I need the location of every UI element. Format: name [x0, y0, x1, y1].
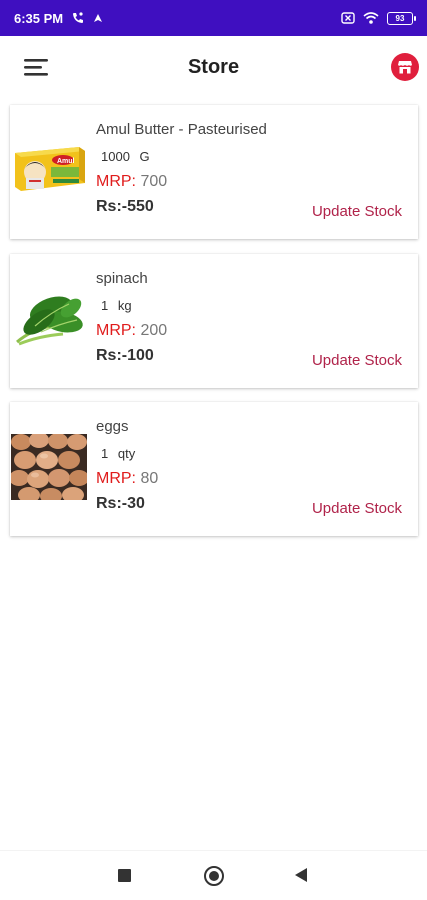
store-button[interactable]	[391, 53, 419, 81]
product-quantity: 1 qty	[101, 446, 135, 461]
home-icon[interactable]	[204, 866, 224, 886]
page-title: Store	[187, 56, 240, 78]
product-mrp: MRP: 700	[96, 173, 167, 191]
navigation-arrow-icon	[93, 13, 103, 23]
spinach-image	[11, 286, 87, 352]
mrp-value: 700	[140, 173, 168, 190]
store-icon	[398, 61, 412, 74]
mrp-value: 80	[140, 470, 159, 487]
update-stock-button[interactable]: Update Stock	[312, 203, 402, 220]
mrp-label: MRP:	[96, 470, 136, 487]
recent-apps-icon[interactable]	[118, 869, 131, 882]
product-mrp: MRP: 200	[96, 322, 167, 340]
mrp-label: MRP:	[96, 322, 136, 339]
no-sim-icon	[341, 12, 355, 24]
back-icon[interactable]	[295, 868, 307, 882]
battery-icon: 93	[387, 11, 416, 25]
app-bar: Store	[0, 36, 427, 100]
product-card: spinach 1 kg MRP: 200 Rs:-100 Update Sto…	[10, 254, 418, 388]
quantity-unit: kg	[117, 298, 132, 313]
mrp-value: 200	[140, 322, 168, 339]
quantity-unit: G	[139, 149, 150, 164]
product-card: Amul Amul Butter - Pasteurised 1000 G MR…	[10, 105, 418, 239]
product-mrp: MRP: 80	[96, 470, 158, 488]
eggs-image	[11, 434, 87, 500]
svg-text:Amul: Amul	[57, 158, 75, 165]
update-stock-button[interactable]: Update Stock	[312, 500, 402, 517]
wifi-icon	[363, 12, 379, 24]
update-stock-button[interactable]: Update Stock	[312, 352, 402, 369]
wifi-calling-icon	[71, 11, 85, 25]
quantity-value: 1	[101, 298, 109, 313]
quantity-value: 1	[101, 446, 109, 461]
status-time: 6:35 PM	[14, 10, 64, 26]
product-price: Rs:-550	[96, 198, 154, 215]
status-bar: 6:35 PM 93	[0, 0, 427, 36]
system-navigation-bar	[0, 850, 427, 900]
product-quantity: 1 kg	[101, 298, 132, 313]
butter-pack-image: Amul	[11, 137, 87, 203]
product-price: Rs:-100	[96, 347, 154, 364]
quantity-unit: qty	[117, 446, 136, 461]
product-name: spinach	[96, 270, 148, 287]
mrp-label: MRP:	[96, 173, 136, 190]
quantity-value: 1000	[101, 149, 130, 164]
product-quantity: 1000 G	[101, 149, 150, 164]
battery-level: 93	[395, 13, 405, 23]
product-name: Amul Butter - Pasteurised	[96, 121, 267, 138]
product-name: eggs	[96, 418, 129, 435]
product-price: Rs:-30	[96, 495, 145, 512]
product-card: eggs 1 qty MRP: 80 Rs:-30 Update Stock	[10, 402, 418, 536]
